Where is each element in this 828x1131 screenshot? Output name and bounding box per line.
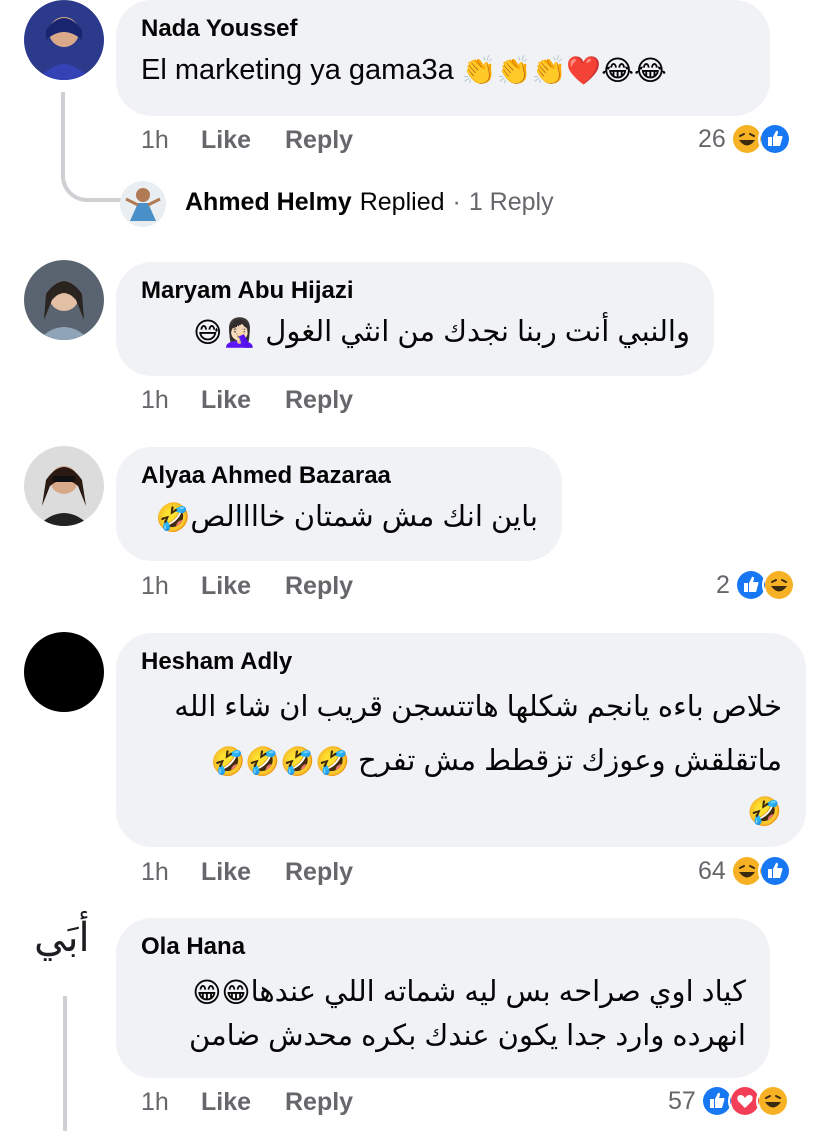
reply-author: Ahmed Helmy (185, 188, 352, 216)
comment-text: والنبي أنت ربنا نجدك من انثي الغول 🤦🏻‍♀️… (193, 316, 690, 349)
reply-button[interactable]: Reply (285, 126, 353, 155)
thread-connector (63, 996, 67, 1131)
reply-button[interactable]: Reply (285, 1088, 353, 1117)
comment-actions: 1h Like Reply (141, 126, 353, 155)
like-reaction-icon (757, 122, 792, 156)
avatar[interactable] (24, 632, 104, 712)
reply-avatar[interactable] (120, 181, 166, 227)
avatar[interactable] (24, 260, 104, 340)
reply-verb: Replied (359, 188, 445, 216)
emoji-group: 🤣🤣🤣🤣 (210, 746, 350, 778)
comment-author[interactable]: Maryam Abu Hijazi (141, 276, 690, 306)
replies-link[interactable]: Ahmed Helmy Replied · 1 Reply (185, 188, 554, 217)
comment-bubble: Hesham Adly خلاص باءه يانجم شكلها هاتتسج… (116, 633, 806, 847)
comment-time[interactable]: 1h (141, 858, 201, 887)
reaction-count: 26 (698, 124, 726, 153)
emoji-group: 🤦🏻‍♀️😅 (193, 317, 258, 349)
page-logo[interactable]: أبَي (34, 915, 90, 961)
like-button[interactable]: Like (201, 386, 285, 415)
comment-author[interactable]: Hesham Adly (141, 647, 782, 677)
reaction-summary[interactable]: 64 (698, 854, 792, 888)
avatar[interactable] (24, 0, 104, 80)
like-button[interactable]: Like (201, 1088, 285, 1117)
reaction-summary[interactable]: 26 (698, 122, 792, 156)
haha-reaction-icon (761, 568, 796, 602)
comment-actions: 1h Like Reply (141, 858, 353, 887)
comment-time[interactable]: 1h (141, 126, 201, 155)
comment-text-line: انهرده وارد جدا يكون عندك بكره محدش ضامن (189, 1020, 746, 1052)
comment-time[interactable]: 1h (141, 1088, 201, 1117)
reply-button[interactable]: Reply (285, 386, 353, 415)
like-reaction-icon (757, 854, 792, 888)
reaction-count: 2 (716, 570, 730, 599)
comment-text-line: كياد اوي صراحه بس ليه شماته اللي عندها😁😁 (192, 976, 746, 1009)
comment-actions: 1h Like Reply (141, 386, 353, 415)
comment-author[interactable]: Ola Hana (141, 932, 746, 962)
reaction-count: 64 (698, 856, 726, 885)
emoji-group: 🤣 (747, 796, 782, 828)
comment-text-line: خلاص باءه يانجم شكلها هاتتسجن قريب ان شا… (174, 691, 782, 723)
comment-text-line: ماتقلقش وعوزك تزقطط مش تفرح 🤣🤣🤣🤣 (210, 745, 782, 778)
haha-reaction-icon (755, 1084, 790, 1118)
comment-actions: 1h Like Reply (141, 572, 353, 601)
comment-time[interactable]: 1h (141, 572, 201, 601)
comment-bubble: Nada Youssef El marketing ya gama3a 👏👏👏❤… (116, 0, 770, 116)
reply-separator: · (452, 188, 461, 216)
reaction-summary[interactable]: 2 (716, 568, 796, 602)
like-button[interactable]: Like (201, 572, 285, 601)
comment-text-line: 🤣 (141, 791, 782, 831)
like-button[interactable]: Like (201, 858, 285, 887)
avatar[interactable] (24, 446, 104, 526)
thread-connector (61, 92, 121, 202)
reply-count: 1 Reply (468, 188, 554, 216)
reply-button[interactable]: Reply (285, 572, 353, 601)
emoji-group: 😁😁 (192, 977, 251, 1009)
like-button[interactable]: Like (201, 126, 285, 155)
comment-author[interactable]: Alyaa Ahmed Bazaraa (141, 461, 538, 491)
comment-bubble: Alyaa Ahmed Bazaraa باين انك مش شمتان خا… (116, 447, 562, 561)
reply-button[interactable]: Reply (285, 858, 353, 887)
comment-bubble: Ola Hana كياد اوي صراحه بس ليه شماته الل… (116, 918, 770, 1078)
emoji-group: 🤣 (155, 502, 191, 534)
comment-author[interactable]: Nada Youssef (141, 14, 746, 44)
comment-text: El marketing ya gama3a 👏👏👏❤️😂😂 (141, 54, 667, 87)
comment-text: باين انك مش شمتان خاااالص🤣 (155, 501, 538, 534)
reaction-count: 57 (668, 1086, 696, 1115)
comment-time[interactable]: 1h (141, 386, 201, 415)
comment-actions: 1h Like Reply (141, 1088, 353, 1117)
reaction-summary[interactable]: 57 (668, 1084, 790, 1118)
comment-bubble: Maryam Abu Hijazi والنبي أنت ربنا نجدك م… (116, 262, 714, 376)
emoji-group: 👏👏👏❤️😂😂 (461, 55, 667, 87)
